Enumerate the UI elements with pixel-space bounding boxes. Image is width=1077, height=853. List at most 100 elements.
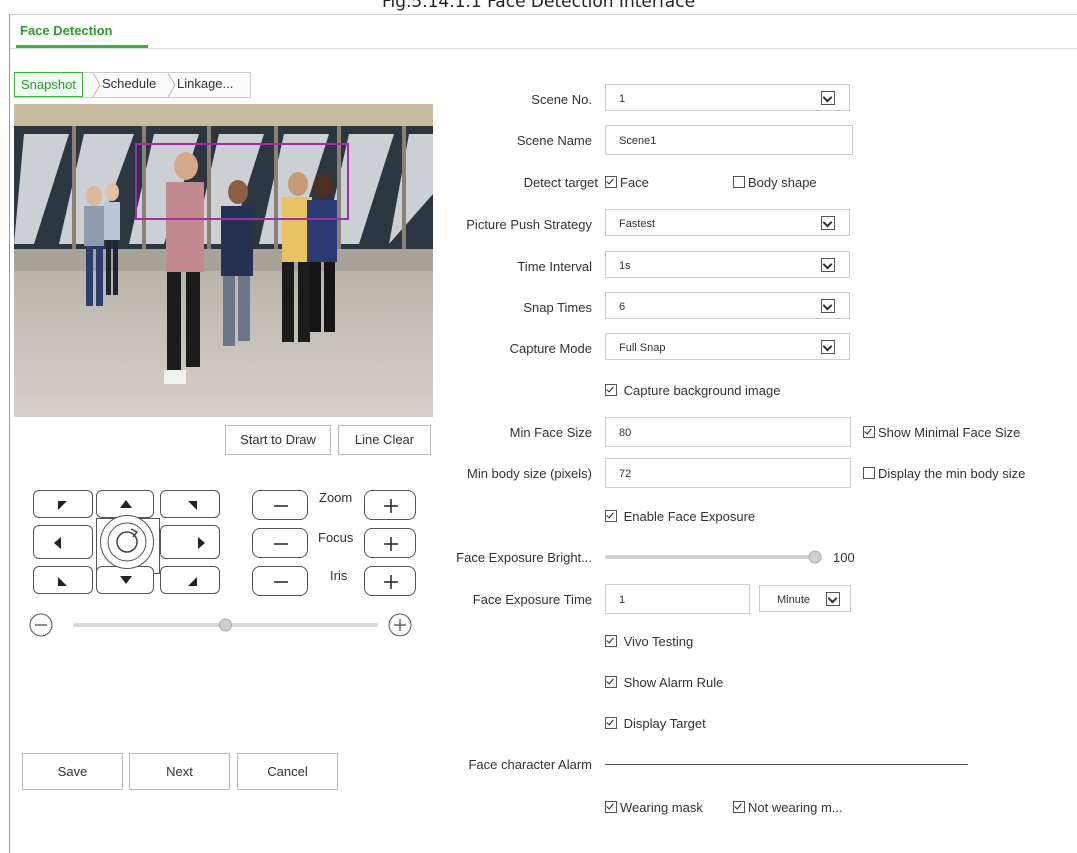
arrow-up-right-icon: [188, 501, 197, 510]
show-minimal-face-size-checkbox[interactable]: Show Minimal Face Size: [863, 425, 1020, 440]
checkbox-icon: [863, 467, 875, 479]
line-clear-button[interactable]: Line Clear: [338, 425, 431, 455]
show-alarm-rule-label: Show Alarm Rule: [623, 675, 724, 690]
exposure-time-label: Face Exposure Time: [472, 592, 592, 607]
focus-near-button[interactable]: [252, 528, 308, 558]
detect-body-label: Body shape: [748, 175, 817, 190]
ptz-down-left-button[interactable]: [33, 566, 93, 594]
display-min-body-size-label: Display the min body size: [878, 466, 1026, 481]
iris-close-button[interactable]: [252, 566, 308, 596]
snap-times-label: Snap Times: [523, 300, 592, 315]
detect-body-checkbox[interactable]: Body shape: [733, 175, 817, 190]
tab-schedule[interactable]: Schedule: [102, 72, 156, 95]
checkbox-icon: [605, 801, 617, 813]
show-alarm-rule-checkbox[interactable]: Show Alarm Rule: [605, 675, 723, 690]
speed-increase-icon[interactable]: [388, 613, 412, 637]
focus-label: Focus: [318, 530, 354, 545]
wearing-mask-label: Wearing mask: [620, 800, 703, 815]
ptz-auto-button[interactable]: [100, 515, 154, 569]
chevron-down-icon: [821, 340, 835, 354]
scene-no-select[interactable]: 1: [605, 84, 850, 111]
exposure-brightness-value: 100: [833, 550, 855, 565]
ptz-up-left-button[interactable]: [33, 490, 93, 518]
cancel-button[interactable]: Cancel: [237, 753, 338, 790]
arrow-left-icon: [54, 537, 61, 549]
capture-background-label: Capture background image: [623, 383, 781, 398]
zoom-out-button[interactable]: [252, 490, 308, 520]
enable-face-exposure-checkbox[interactable]: Enable Face Exposure: [605, 509, 755, 524]
video-preview[interactable]: [14, 104, 433, 417]
enable-face-exposure-label: Enable Face Exposure: [623, 509, 756, 524]
minus-icon: [274, 505, 288, 507]
checkbox-icon: [605, 676, 617, 688]
subtab-separator: [92, 72, 101, 98]
speed-decrease-icon[interactable]: [29, 613, 53, 637]
ptz-down-right-button[interactable]: [160, 566, 220, 594]
subtab-separator: [167, 72, 176, 98]
checkbox-icon: [733, 176, 745, 188]
snap-times-select[interactable]: 6: [605, 292, 850, 319]
next-button[interactable]: Next: [129, 753, 230, 790]
capture-mode-select[interactable]: Full Snap: [605, 333, 850, 360]
not-wearing-mask-checkbox[interactable]: Not wearing m...: [733, 800, 843, 815]
minus-icon: [274, 581, 288, 583]
slider-thumb[interactable]: [808, 550, 822, 564]
wearing-mask-checkbox[interactable]: Wearing mask: [605, 800, 703, 815]
ptz-up-right-button[interactable]: [160, 490, 220, 518]
focus-far-button[interactable]: [364, 528, 416, 558]
push-strategy-label: Picture Push Strategy: [466, 217, 592, 232]
vivo-testing-checkbox[interactable]: Vivo Testing: [605, 634, 693, 649]
ptz-speed-slider[interactable]: [28, 612, 418, 638]
plus-icon: [384, 537, 398, 551]
vivo-testing-label: Vivo Testing: [623, 634, 694, 649]
exposure-time-unit-select[interactable]: Minute: [759, 585, 851, 612]
plus-icon: [384, 575, 398, 589]
ptz-down-button[interactable]: [96, 566, 154, 594]
exposure-brightness-slider[interactable]: [605, 547, 825, 567]
scene-name-input[interactable]: Scene1: [605, 125, 853, 155]
arrow-down-left-icon: [58, 577, 67, 586]
checkbox-icon: [605, 384, 617, 396]
checkbox-icon: [605, 635, 617, 647]
push-strategy-value: Fastest: [619, 218, 656, 230]
zoom-in-button[interactable]: [364, 490, 416, 520]
minus-icon: [274, 543, 288, 545]
tab-face-detection[interactable]: Face Detection: [20, 23, 112, 38]
tab-linkage[interactable]: Linkage...: [177, 72, 233, 95]
zoom-label: Zoom: [319, 490, 353, 505]
figure-caption: Fig.5.14.1.1 Face Detection Interface: [381, 0, 696, 12]
min-body-size-input[interactable]: 72: [605, 458, 851, 488]
ptz-right-button[interactable]: [160, 525, 220, 559]
display-min-body-size-checkbox[interactable]: Display the min body size: [863, 466, 1025, 481]
ptz-left-button[interactable]: [33, 525, 93, 559]
arrow-up-left-icon: [58, 501, 67, 510]
detect-target-label: Detect target: [523, 175, 598, 190]
display-target-checkbox[interactable]: Display Target: [605, 716, 706, 731]
slider-track: [605, 555, 815, 559]
snap-times-value: 6: [619, 301, 626, 313]
chevron-down-icon: [821, 299, 835, 313]
min-face-size-label: Min Face Size: [509, 425, 592, 440]
show-minimal-face-size-label: Show Minimal Face Size: [878, 425, 1021, 440]
section-divider: [605, 764, 968, 765]
scene-no-label: Scene No.: [531, 92, 592, 107]
tab-snapshot[interactable]: Snapshot: [14, 72, 83, 97]
slider-thumb[interactable]: [219, 618, 232, 632]
start-to-draw-button[interactable]: Start to Draw: [225, 425, 331, 455]
iris-open-button[interactable]: [364, 566, 416, 596]
save-button[interactable]: Save: [22, 753, 123, 790]
header-bar: [10, 15, 1077, 49]
time-interval-select[interactable]: 1s: [605, 251, 850, 278]
min-face-size-input[interactable]: 80: [605, 417, 851, 447]
capture-background-checkbox[interactable]: Capture background image: [605, 383, 780, 398]
push-strategy-select[interactable]: Fastest: [605, 209, 850, 236]
checkbox-icon: [863, 426, 875, 438]
exposure-time-input[interactable]: 1: [605, 584, 750, 614]
min-body-size-label: Min body size (pixels): [467, 466, 592, 481]
detect-face-checkbox[interactable]: Face: [605, 175, 649, 190]
time-interval-label: Time Interval: [517, 259, 592, 274]
ptz-up-button[interactable]: [96, 490, 154, 518]
capture-mode-label: Capture Mode: [509, 341, 592, 356]
exposure-brightness-label: Face Exposure Bright...: [456, 550, 592, 565]
exposure-time-unit: Minute: [777, 594, 811, 606]
